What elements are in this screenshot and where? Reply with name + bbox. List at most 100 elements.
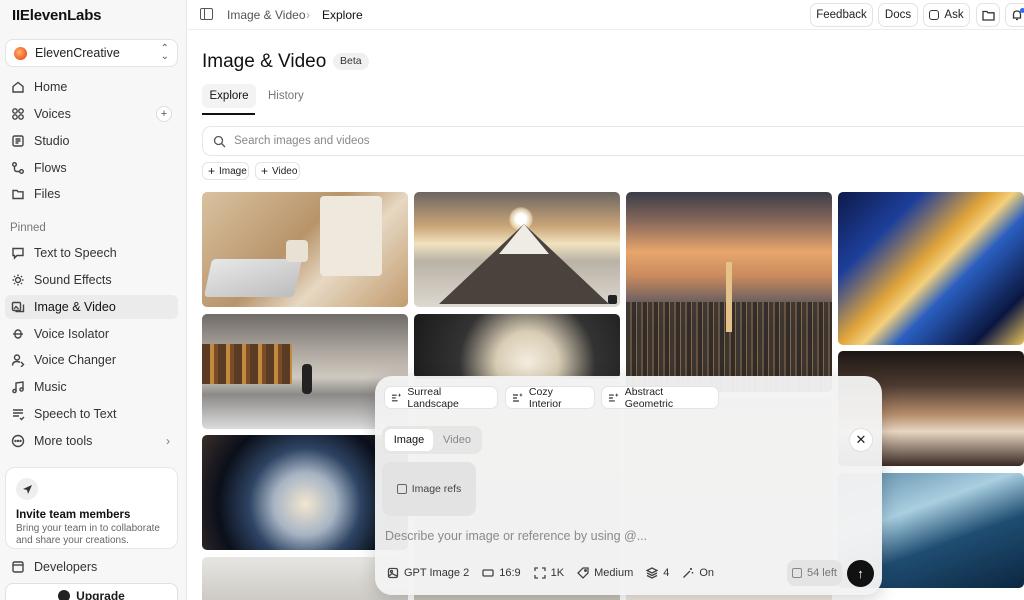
feedback-button[interactable]: Feedback <box>810 3 873 27</box>
tab-history[interactable]: History <box>268 84 304 108</box>
mode-video-tab[interactable]: Video <box>437 429 477 451</box>
filter-label: Image <box>219 165 247 177</box>
image-refs-button[interactable]: Image refs <box>382 462 476 516</box>
magic-wand-icon <box>683 568 694 578</box>
close-composer-button[interactable]: ✕ <box>849 428 873 452</box>
video-play-icon <box>608 295 617 304</box>
prompt-input[interactable] <box>385 529 865 543</box>
sidebar-item-label: Voices <box>34 106 71 121</box>
gallery-image-milk-splash[interactable] <box>414 314 620 379</box>
files-button[interactable] <box>976 3 1000 27</box>
generation-options: GPT Image 2 16:9 1K Medium 4 On <box>387 565 727 581</box>
ask-button[interactable]: Ask <box>923 3 970 27</box>
notification-dot <box>1020 8 1024 13</box>
image-refs-label: Image refs <box>411 483 462 495</box>
aspect-ratio-selector[interactable]: 16:9 <box>482 567 521 579</box>
app-logo[interactable]: IIElevenLabs <box>12 7 102 24</box>
image-icon <box>396 484 407 494</box>
count-selector[interactable]: 4 <box>646 567 669 579</box>
gallery-image-city-sunset[interactable] <box>626 192 832 392</box>
generate-button[interactable]: ↑ <box>847 560 874 587</box>
gallery-image-abstract-swirl[interactable] <box>838 192 1024 345</box>
suggestion-label: Abstract Geometric <box>624 385 674 410</box>
gallery-video-mountain-sunrise[interactable] <box>414 192 620 307</box>
plus-icon: + <box>261 164 269 178</box>
sidebar-item-label: Speech to Text <box>34 407 117 422</box>
sidebar-item-developers[interactable]: Developers <box>5 555 178 579</box>
sidebar-item-flows[interactable]: Flows <box>5 156 178 180</box>
filter-video-chip[interactable]: + Video <box>255 162 300 180</box>
model-selector[interactable]: GPT Image 2 <box>387 567 469 579</box>
upgrade-button[interactable]: Upgrade <box>5 583 178 600</box>
chevron-up-down-icon: ⌃ ⌄ <box>160 43 169 62</box>
filter-label: Video <box>272 165 298 177</box>
sidebar-item-files[interactable]: Files <box>5 182 178 206</box>
ask-label: Ask <box>944 9 964 21</box>
aspect-ratio-label: 16:9 <box>499 567 521 579</box>
speech-to-text-icon <box>11 407 25 421</box>
resolution-selector[interactable]: 1K <box>533 567 564 579</box>
sidebar-item-sound-effects[interactable]: Sound Effects <box>5 268 178 292</box>
enhance-toggle[interactable]: On <box>682 567 714 579</box>
sidebar-item-voices[interactable]: Voices + <box>5 102 178 126</box>
sidebar-item-label: Voice Changer <box>34 353 117 368</box>
flows-icon <box>11 161 25 175</box>
sidebar-toggle-icon[interactable] <box>200 8 213 20</box>
sidebar-item-voice-changer[interactable]: Voice Changer <box>5 348 178 372</box>
model-icon <box>387 567 399 579</box>
quality-tag-icon <box>577 567 589 579</box>
model-label: GPT Image 2 <box>404 567 470 579</box>
sidebar: IIElevenLabs ElevenCreative ⌃ ⌄ Home Voic… <box>0 0 187 600</box>
add-voice-button[interactable]: + <box>156 105 172 122</box>
sparkle-list-icon <box>391 393 402 402</box>
notifications-button[interactable] <box>1005 3 1024 27</box>
breadcrumb-image-video[interactable]: Image & Video <box>227 8 306 22</box>
filter-image-chip[interactable]: + Image <box>202 162 249 180</box>
sidebar-item-studio[interactable]: Studio <box>5 129 178 153</box>
home-icon <box>11 80 25 94</box>
beta-badge: Beta <box>333 53 369 70</box>
quality-selector[interactable]: Medium <box>577 567 633 579</box>
image-video-icon <box>11 300 25 314</box>
sidebar-item-text-to-speech[interactable]: Text to Speech <box>5 241 178 265</box>
suggestion-surreal-landscape[interactable]: Surreal Landscape <box>384 385 498 410</box>
workspace-avatar <box>14 46 27 60</box>
search-input[interactable] <box>234 135 834 147</box>
suggestion-cozy-interior[interactable]: Cozy Interior <box>505 386 595 410</box>
sidebar-item-music[interactable]: Music <box>5 375 178 399</box>
suggestion-label: Surreal Landscape <box>407 385 459 410</box>
mode-image-tab[interactable]: Image <box>385 429 433 451</box>
arrow-up-icon: ↑ <box>857 566 864 581</box>
suggestion-abstract-geometric[interactable]: Abstract Geometric <box>601 385 719 410</box>
voice-isolator-icon <box>11 327 25 341</box>
sidebar-item-speech-to-text[interactable]: Speech to Text <box>5 402 178 426</box>
aspect-ratio-icon <box>482 569 494 577</box>
sidebar-item-label: Studio <box>34 133 70 148</box>
voices-icon <box>11 107 25 121</box>
tab-explore[interactable]: Explore <box>202 84 256 108</box>
gallery-image-workspace-desk[interactable] <box>202 192 408 307</box>
sidebar-item-label: Files <box>34 187 61 202</box>
sidebar-item-image-video[interactable]: Image & Video <box>5 294 178 319</box>
quality-label: Medium <box>594 567 634 579</box>
sidebar-item-more-tools[interactable]: More tools › <box>5 429 178 453</box>
sidebar-item-label: Music <box>34 380 67 395</box>
workspace-selector[interactable]: ElevenCreative ⌃ ⌄ <box>5 39 178 67</box>
voice-changer-icon <box>11 353 25 368</box>
music-icon <box>11 380 25 394</box>
sidebar-item-label: Flows <box>34 160 67 175</box>
sidebar-item-label: Text to Speech <box>34 246 117 260</box>
invite-team-card[interactable]: Invite team members Bring your team in t… <box>5 467 178 549</box>
sidebar-item-voice-isolator[interactable]: Voice Isolator <box>5 322 178 346</box>
sparkle-list-icon <box>512 393 523 402</box>
active-tab-indicator <box>202 113 255 115</box>
upgrade-label: Upgrade <box>76 589 125 600</box>
top-bar: Image & Video › Explore Feedback Docs As… <box>188 0 1024 30</box>
sound-effects-icon <box>11 273 25 287</box>
studio-icon <box>11 134 25 148</box>
sidebar-item-label: Image & Video <box>34 299 116 314</box>
search-bar <box>202 126 1024 156</box>
docs-button[interactable]: Docs <box>878 3 918 27</box>
upgrade-icon <box>58 590 71 600</box>
sidebar-item-home[interactable]: Home <box>5 75 178 99</box>
